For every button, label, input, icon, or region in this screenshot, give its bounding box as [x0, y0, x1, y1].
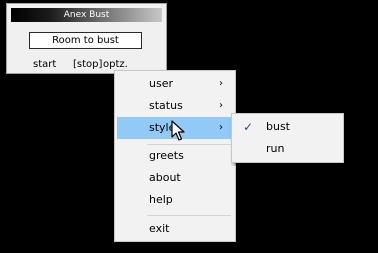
menu-item-label: greets	[149, 149, 184, 162]
app-window: Anex Bust Room to bust start [stop] optz…	[6, 3, 167, 74]
chevron-right-icon: ›	[219, 122, 223, 133]
style-submenu: ✓ bust run	[231, 113, 344, 163]
checkmark-icon: ✓	[243, 120, 254, 134]
room-textbox[interactable]: Room to bust	[29, 32, 142, 49]
menu-item-user[interactable]: user ›	[117, 73, 233, 95]
arrow-pointer-icon	[171, 120, 185, 141]
menu-item-status[interactable]: status ›	[117, 95, 233, 117]
chevron-right-icon: ›	[219, 78, 223, 89]
menu-item-exit[interactable]: exit	[117, 218, 233, 240]
submenu-item-label: run	[266, 142, 285, 155]
menu-item-label: about	[149, 171, 181, 184]
menu-item-label: help	[149, 193, 173, 206]
submenu-item-label: bust	[266, 120, 290, 133]
menu-item-label: user	[149, 77, 173, 90]
menu-item-greets[interactable]: greets	[117, 145, 233, 167]
menu-item-about[interactable]: about	[117, 167, 233, 189]
start-button[interactable]: start	[33, 59, 56, 71]
submenu-item-bust[interactable]: ✓ bust	[234, 116, 341, 138]
menu-separator	[147, 215, 231, 216]
menu-item-help[interactable]: help	[117, 189, 233, 211]
menu-item-label: exit	[149, 222, 170, 235]
submenu-item-run[interactable]: run	[234, 138, 341, 160]
menu-item-label: status	[149, 99, 183, 112]
window-title: Anex Bust	[11, 8, 162, 22]
chevron-right-icon: ›	[219, 100, 223, 111]
stop-button[interactable]: [stop]	[73, 59, 102, 71]
context-menu: user › status › style › greets about hel…	[114, 70, 236, 242]
